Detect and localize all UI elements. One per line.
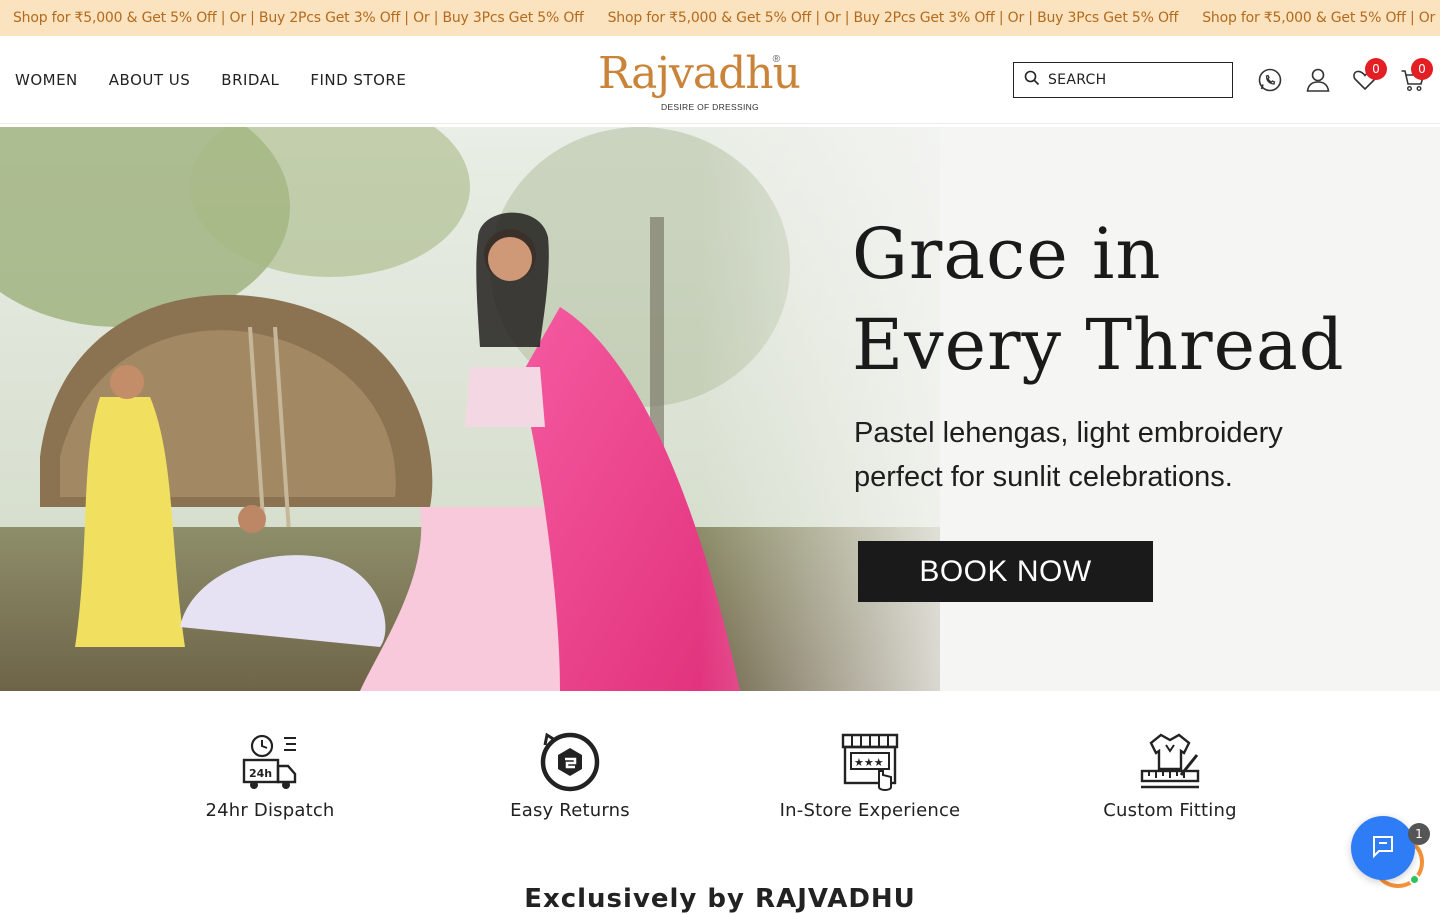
cart-count-badge: 0 xyxy=(1411,58,1433,80)
announcement-message[interactable]: Shop for ₹5,000 & Get 5% Off | Or | Buy … xyxy=(13,10,584,26)
hero-headline-line-1: Grace in xyxy=(852,213,1162,295)
chat-icon xyxy=(1370,833,1396,864)
features-row: 24h 24hr Dispatch Easy Returns ★★★ In-St… xyxy=(0,730,1440,840)
site-logo[interactable]: Rajvadhu ® DESIRE OF DRESSING xyxy=(598,46,801,114)
dispatch-truck-icon: 24h xyxy=(238,730,302,794)
store-icon: ★★★ xyxy=(838,730,902,794)
search-box[interactable] xyxy=(1013,62,1233,98)
feature-custom-fitting[interactable]: Custom Fitting xyxy=(1060,730,1280,821)
returns-icon xyxy=(538,730,602,794)
announcement-bar: Shop for ₹5,000 & Get 5% Off | Or | Buy … xyxy=(0,0,1440,36)
book-now-button[interactable]: BOOK NOW xyxy=(858,541,1153,602)
feature-in-store-experience[interactable]: ★★★ In-Store Experience xyxy=(760,730,980,821)
hero-subheadline-line-2: perfect for sunlit celebrations. xyxy=(854,461,1233,493)
user-icon[interactable] xyxy=(1305,67,1331,93)
announcement-track: Shop for ₹5,000 & Get 5% Off | Or | Buy … xyxy=(13,0,1440,36)
hero-subheadline: Pastel lehengas, light embroidery perfec… xyxy=(854,411,1314,499)
feature-label: Easy Returns xyxy=(510,800,630,821)
logo-registered-mark: ® xyxy=(772,54,780,65)
search-icon[interactable] xyxy=(1024,70,1040,91)
tailor-icon xyxy=(1138,730,1202,794)
site-header: WOMEN ABOUT US BRIDAL FIND STORE Rajvadh… xyxy=(0,36,1440,124)
nav-item-about-us[interactable]: ABOUT US xyxy=(109,71,191,89)
chat-launcher-button[interactable] xyxy=(1351,816,1415,880)
nav-item-women[interactable]: WOMEN xyxy=(15,71,78,89)
main-nav: WOMEN ABOUT US BRIDAL FIND STORE xyxy=(15,36,406,124)
hero-headline-line-2: Every Thread xyxy=(852,304,1345,386)
search-input[interactable] xyxy=(1048,72,1218,88)
feature-24hr-dispatch[interactable]: 24h 24hr Dispatch xyxy=(160,730,380,821)
chat-unread-badge: 1 xyxy=(1408,823,1430,845)
section-title-exclusives: Exclusively by RAJVADHU xyxy=(524,884,916,914)
whatsapp-icon[interactable] xyxy=(1257,67,1283,93)
nav-item-bridal[interactable]: BRIDAL xyxy=(221,71,279,89)
logo-tagline: DESIRE OF DRESSING xyxy=(661,102,759,112)
announcement-message[interactable]: Shop for ₹5,000 & Get 5% Off | Or | Buy … xyxy=(608,10,1179,26)
feature-label: In-Store Experience xyxy=(779,800,961,821)
chat-online-indicator xyxy=(1409,874,1420,885)
feature-label: Custom Fitting xyxy=(1103,800,1237,821)
feature-easy-returns[interactable]: Easy Returns xyxy=(460,730,680,821)
feature-label: 24hr Dispatch xyxy=(205,800,335,821)
nav-item-find-store[interactable]: FIND STORE xyxy=(310,71,406,89)
svg-text:24h: 24h xyxy=(249,767,272,780)
hero-banner[interactable]: Grace in Every Thread Pastel lehengas, l… xyxy=(0,127,1440,691)
svg-text:★★★: ★★★ xyxy=(854,756,884,769)
logo-wordmark: Rajvadhu xyxy=(598,48,801,99)
hero-headline: Grace in Every Thread xyxy=(852,209,1345,391)
wishlist-count-badge: 0 xyxy=(1365,58,1387,80)
announcement-message[interactable]: Shop for ₹5,000 & Get 5% Off | Or | Buy … xyxy=(1202,10,1440,26)
hero-subheadline-line-1: Pastel lehengas, light embroidery xyxy=(854,417,1283,449)
